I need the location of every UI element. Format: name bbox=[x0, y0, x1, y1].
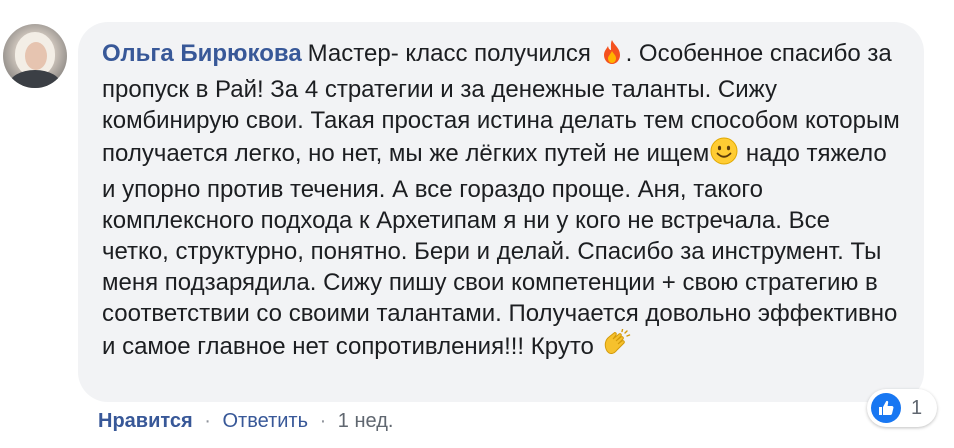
avatar-face bbox=[25, 42, 47, 70]
like-button[interactable]: Нравится bbox=[98, 410, 193, 432]
reply-button[interactable]: Ответить bbox=[223, 410, 309, 432]
reaction-count: 1 bbox=[911, 396, 923, 419]
comment-text: Ольга Бирюкова Мастер- класс получился . … bbox=[102, 38, 900, 367]
smiling-face-emoji-icon bbox=[709, 136, 739, 174]
comment-actions: Нравится · Ответить · 1 нед. bbox=[98, 410, 393, 433]
clapping-hands-emoji-icon bbox=[601, 328, 631, 367]
separator-dot: · bbox=[204, 410, 211, 432]
comment-timestamp[interactable]: 1 нед. bbox=[338, 410, 394, 432]
comment-bubble: Ольга Бирюкова Мастер- класс получился . … bbox=[78, 22, 924, 402]
fire-emoji-icon bbox=[598, 38, 626, 74]
comment-text-part-1: Мастер- класс получился bbox=[307, 40, 591, 67]
avatar[interactable] bbox=[3, 24, 67, 88]
like-thumb-icon bbox=[871, 393, 901, 423]
comment-text-part-3: надо тяжело и упорно против течения. А в… bbox=[102, 140, 898, 360]
avatar-shoulders bbox=[9, 70, 61, 88]
comment-author-link[interactable]: Ольга Бирюкова bbox=[102, 40, 302, 67]
reaction-summary[interactable]: 1 bbox=[867, 389, 937, 427]
separator-dot: · bbox=[319, 410, 327, 432]
